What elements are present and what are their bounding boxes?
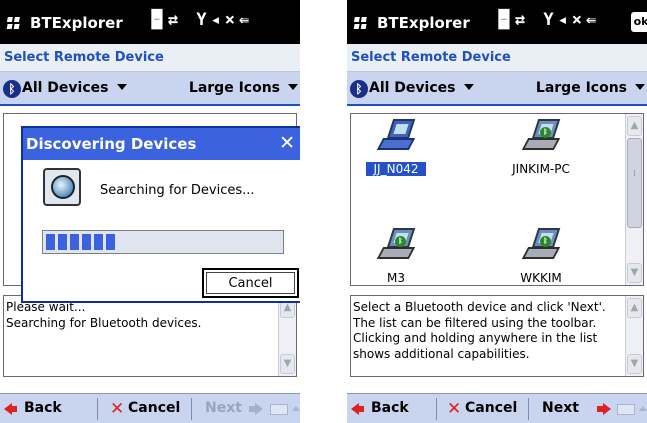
cancel-x-icon: ✕ <box>447 399 462 419</box>
filter-toolbar: ᛒ All Devices Large Icons <box>347 72 647 106</box>
close-icon[interactable]: ✕ <box>279 132 295 154</box>
next-button[interactable]: Next <box>542 400 579 416</box>
chevron-down-icon[interactable] <box>117 84 127 90</box>
bottom-bar: Back ✕ Cancel Next <box>347 393 647 423</box>
cancel-button[interactable]: Cancel <box>202 268 299 298</box>
info-scrollbar[interactable]: ▲ ▼ <box>278 296 296 376</box>
back-arrow-icon <box>4 403 17 415</box>
next-arrow-icon <box>249 403 263 415</box>
bluetooth-icon: ᛒ <box>3 80 21 98</box>
keyboard-icon[interactable] <box>270 404 288 415</box>
laptop-icon: ᛒ <box>521 119 561 153</box>
device-list-scrollbar[interactable]: ▲ ⁞ ▼ <box>625 114 643 285</box>
scroll-down-icon[interactable]: ▼ <box>280 354 295 374</box>
bluetooth-icon: ᛒ <box>350 80 368 98</box>
back-arrow-icon <box>351 403 364 415</box>
filter-dropdown[interactable]: All Devices <box>22 80 108 96</box>
view-dropdown[interactable]: Large Icons <box>536 80 627 96</box>
cancel-button-label: Cancel <box>228 276 273 291</box>
scroll-down-icon[interactable]: ▼ <box>627 354 642 374</box>
discovering-dialog: Discovering Devices ✕ Searching for Devi… <box>21 126 300 303</box>
ok-button[interactable]: ok <box>631 12 647 32</box>
chevron-down-icon[interactable] <box>288 84 298 90</box>
device-name: WKKIM <box>520 271 562 285</box>
input-panel-arrow-icon[interactable] <box>639 406 647 411</box>
title-bar: BTExplorer 🁢⇄ Y◂×⇚ <box>0 0 300 44</box>
scroll-up-icon[interactable]: ▲ <box>627 298 642 318</box>
next-button[interactable]: Next <box>205 400 242 416</box>
page-title: Select Remote Device <box>4 50 164 65</box>
search-icon <box>43 168 81 206</box>
app-title: BTExplorer <box>30 14 123 32</box>
laptop-icon: ᛒ <box>521 228 561 262</box>
info-text: Select a Bluetooth device and click 'Nex… <box>353 300 606 361</box>
device-list-area[interactable]: JJ_N042 ᛒ JINKIM-PC ᛒ M3 ᛒ WKKIM ▲ ⁞ ▼ <box>350 113 644 286</box>
cancel-button[interactable]: Cancel <box>128 400 180 416</box>
progress-bar <box>42 230 284 254</box>
scroll-up-icon[interactable]: ▲ <box>627 116 642 136</box>
laptop-icon: ᛒ <box>376 228 416 262</box>
app-title: BTExplorer <box>377 14 470 32</box>
scroll-thumb[interactable]: ⁞ <box>627 138 642 228</box>
device-name: JJ_N042 <box>365 161 427 177</box>
info-panel: Please wait... Searching for Bluetooth d… <box>3 295 297 377</box>
view-dropdown[interactable]: Large Icons <box>189 80 280 96</box>
keyboard-icon[interactable] <box>617 404 635 415</box>
device-item[interactable]: ᛒ M3 <box>351 226 441 306</box>
page-title: Select Remote Device <box>351 50 511 65</box>
windows-logo-icon[interactable] <box>6 16 22 30</box>
system-tray-icons[interactable]: 🁢⇄ Y◂×⇚ <box>497 10 600 30</box>
info-scrollbar[interactable]: ▲ ▼ <box>625 296 643 376</box>
back-button[interactable]: Back <box>24 400 62 416</box>
system-tray-icons[interactable]: 🁢⇄ Y◂×⇚ <box>150 10 253 30</box>
right-screen: BTExplorer 🁢⇄ Y◂×⇚ ok Select Remote Devi… <box>347 0 647 423</box>
device-item[interactable]: ᛒ WKKIM <box>496 226 586 306</box>
windows-logo-icon[interactable] <box>353 16 369 30</box>
chevron-down-icon[interactable] <box>464 84 474 90</box>
laptop-icon <box>376 119 416 153</box>
scroll-down-icon[interactable]: ▼ <box>627 263 642 283</box>
back-button[interactable]: Back <box>371 400 409 416</box>
device-name: JINKIM-PC <box>512 162 570 176</box>
page-header: Select Remote Device <box>0 44 300 72</box>
input-panel-arrow-icon[interactable] <box>292 406 300 411</box>
page-header: Select Remote Device <box>347 44 647 72</box>
next-arrow-icon <box>597 403 611 415</box>
left-screen: BTExplorer 🁢⇄ Y◂×⇚ Select Remote Device … <box>0 0 300 423</box>
dialog-title: Discovering Devices <box>26 135 197 153</box>
chevron-down-icon[interactable] <box>635 84 645 90</box>
status-text: Searching for Devices... <box>100 183 255 198</box>
filter-toolbar: ᛒ All Devices Large Icons <box>0 72 300 106</box>
title-bar: BTExplorer 🁢⇄ Y◂×⇚ ok <box>347 0 647 44</box>
filter-dropdown[interactable]: All Devices <box>369 80 455 96</box>
device-item[interactable]: JJ_N042 <box>351 117 441 197</box>
info-panel: Select a Bluetooth device and click 'Nex… <box>350 295 644 377</box>
cancel-button[interactable]: Cancel <box>465 400 517 416</box>
device-name: M3 <box>387 271 405 285</box>
bottom-bar: Back ✕ Cancel Next <box>0 393 300 423</box>
device-item[interactable]: ᛒ JINKIM-PC <box>496 117 586 197</box>
cancel-x-icon: ✕ <box>110 399 125 419</box>
dialog-title-bar: Discovering Devices ✕ <box>23 128 300 160</box>
info-text: Please wait... Searching for Bluetooth d… <box>6 300 202 330</box>
